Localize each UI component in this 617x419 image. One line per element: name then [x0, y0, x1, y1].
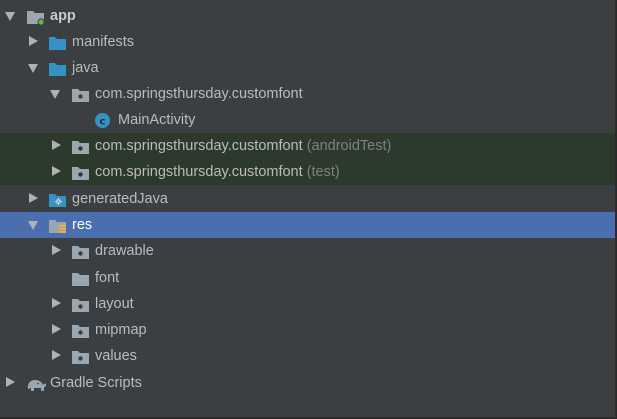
module-folder-icon — [26, 8, 45, 26]
tree-label-package-test: com.springsthursday.customfont (test) — [95, 163, 340, 181]
expand-arrow-icon[interactable] — [6, 377, 15, 387]
package-folder-icon — [71, 86, 89, 102]
tree-label-package-main: com.springsthursday.customfont — [95, 86, 303, 102]
source-folder-icon — [48, 60, 66, 76]
tree-row-app[interactable]: app — [0, 3, 615, 29]
expand-arrow-icon[interactable] — [52, 350, 61, 360]
tree-row-main-activity[interactable]: c MainActivity — [0, 107, 615, 133]
tree-row-res[interactable]: res — [0, 212, 615, 238]
expand-arrow-icon[interactable] — [52, 166, 61, 176]
package-folder-icon — [71, 138, 89, 154]
collapse-arrow-icon[interactable] — [28, 64, 38, 73]
gradle-elephant-icon — [25, 375, 47, 391]
package-folder-icon — [71, 322, 89, 338]
expand-arrow-icon[interactable] — [29, 36, 38, 46]
package-folder-icon — [71, 296, 89, 312]
tree-row-layout[interactable]: layout — [0, 291, 615, 317]
source-set-suffix: (test) — [306, 164, 340, 180]
expand-arrow-icon[interactable] — [52, 245, 61, 255]
collapse-arrow-icon[interactable] — [50, 90, 60, 99]
class-c-icon: c — [94, 112, 112, 128]
resource-folder-icon — [48, 217, 66, 233]
tree-row-values[interactable]: values — [0, 343, 615, 369]
expand-arrow-icon[interactable] — [52, 140, 61, 150]
tree-row-generated-java[interactable]: generatedJava — [0, 186, 615, 212]
tree-label-values: values — [95, 348, 137, 364]
tree-row-package-test[interactable]: com.springsthursday.customfont (test) — [0, 159, 615, 185]
tree-label-gradle-scripts: Gradle Scripts — [50, 375, 142, 391]
package-name: com.springsthursday.customfont — [95, 138, 303, 154]
tree-label-manifests: manifests — [72, 34, 135, 50]
svg-text:c: c — [100, 117, 106, 128]
folder-icon — [71, 270, 89, 286]
project-tree: app manifests java com.springsthursday.c… — [0, 0, 617, 419]
package-name: com.springsthursday.customfont — [95, 164, 303, 180]
tree-label-res: res — [72, 217, 93, 233]
collapse-arrow-icon[interactable] — [28, 221, 38, 230]
tree-label-app: app — [50, 8, 76, 24]
tree-label-package-android-test: com.springsthursday.customfont (androidT… — [95, 137, 391, 155]
tree-row-gradle-scripts[interactable]: Gradle Scripts — [0, 370, 615, 396]
package-folder-icon — [71, 348, 89, 364]
tree-label-java: java — [72, 60, 99, 76]
tree-row-java[interactable]: java — [0, 55, 615, 81]
tree-label-font: font — [95, 270, 120, 286]
tree-label-drawable: drawable — [95, 243, 154, 259]
tree-label-generated-java: generatedJava — [72, 191, 168, 207]
expand-arrow-icon[interactable] — [52, 298, 61, 308]
tree-label-main-activity: MainActivity — [118, 112, 196, 128]
expand-arrow-icon[interactable] — [29, 193, 38, 203]
expand-arrow-icon[interactable] — [52, 324, 61, 334]
tree-label-mipmap: mipmap — [95, 322, 147, 338]
generated-folder-icon — [48, 191, 66, 207]
tree-row-manifests[interactable]: manifests — [0, 29, 615, 55]
package-folder-icon — [71, 164, 89, 180]
source-folder-icon — [48, 34, 66, 50]
tree-row-drawable[interactable]: drawable — [0, 238, 615, 264]
tree-row-font[interactable]: font — [0, 265, 615, 291]
package-folder-icon — [71, 243, 89, 259]
source-set-suffix: (androidTest) — [306, 138, 392, 154]
collapse-arrow-icon[interactable] — [5, 12, 15, 21]
tree-row-package-main[interactable]: com.springsthursday.customfont — [0, 81, 615, 107]
tree-row-mipmap[interactable]: mipmap — [0, 317, 615, 343]
tree-label-layout: layout — [95, 296, 134, 312]
tree-row-package-android-test[interactable]: com.springsthursday.customfont (androidT… — [0, 133, 615, 159]
